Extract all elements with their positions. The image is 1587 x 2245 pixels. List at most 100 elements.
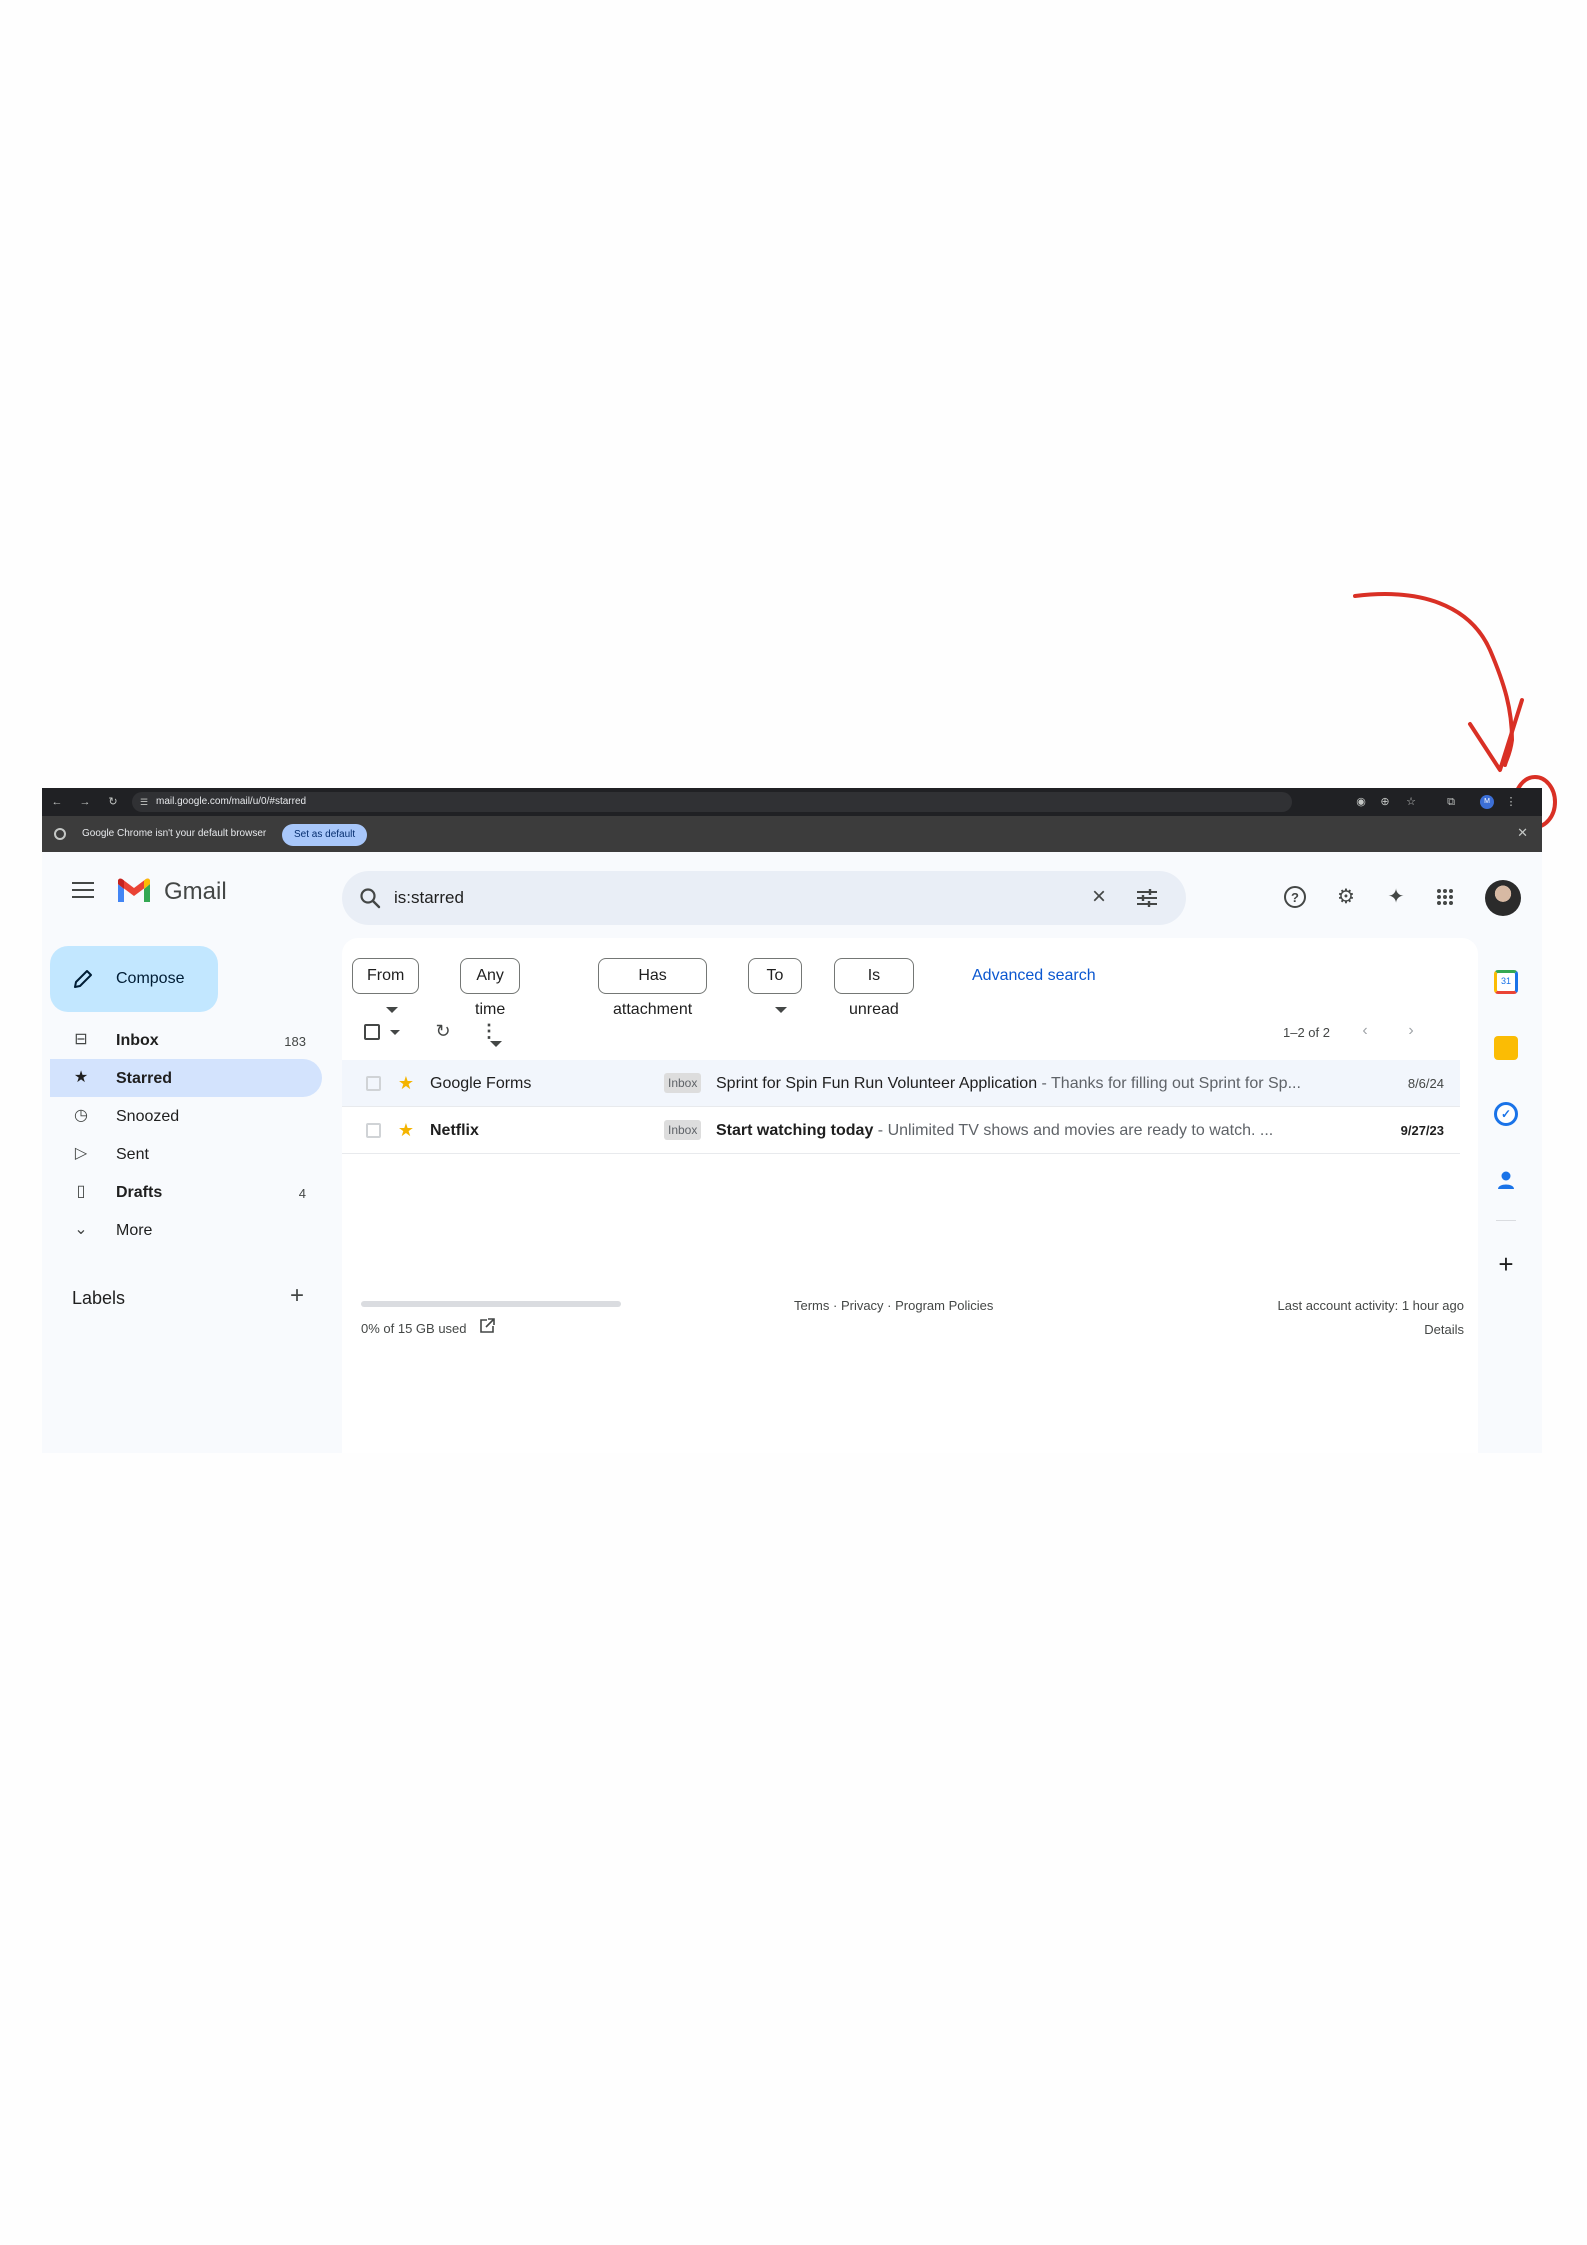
bookmark-star-icon[interactable]: ☆ [1404,795,1418,809]
tasks-icon[interactable]: ✓ [1494,1102,1518,1126]
email-row[interactable]: ★ Google Forms Inbox Sprint for Spin Fun… [342,1060,1460,1107]
inbox-label-badge[interactable]: Inbox [664,1120,702,1140]
pencil-icon [74,970,92,988]
sidebar-item-inbox[interactable]: ⊟ Inbox 183 [50,1021,322,1059]
eye-icon[interactable]: ◉ [1354,795,1368,809]
open-external-icon[interactable] [478,1317,496,1335]
from-chip[interactable]: From [352,958,420,1013]
sidebar-item-label: More [116,1222,153,1239]
chrome-logo-icon [54,828,66,840]
chip-label: Any time [475,967,506,1018]
last-account-activity: Last account activity: 1 hour ago [1277,1298,1464,1313]
details-link[interactable]: Details [1424,1322,1464,1337]
chevron-right-icon[interactable]: › [1400,1020,1422,1042]
email-subject: Sprint for Spin Fun Run Volunteer Applic… [716,1075,1038,1092]
add-label-icon[interactable]: + [290,1284,304,1308]
account-avatar[interactable] [1485,880,1521,916]
sidebar-item-drafts[interactable]: ▯ Drafts 4 [50,1173,322,1211]
chip-label: From [367,967,405,984]
list-toolbar: ↻ ⋮ 1–2 of 2 ‹ › [342,1012,1468,1052]
sidebar-item-count: 4 [298,1186,306,1201]
chip-label: To [766,967,784,984]
site-info-icon[interactable]: ☰ [140,796,152,808]
search-icon[interactable] [358,886,382,910]
main-menu-icon[interactable] [72,882,94,900]
browser-toolbar: ← → ↻ ☰ mail.google.com/mail/u/0/#starre… [42,788,1542,816]
pagination-count: 1–2 of 2 [1283,1025,1330,1040]
forward-icon[interactable]: → [78,795,92,809]
sidebar-item-more[interactable]: ⌄ More [50,1211,322,1249]
storage-usage: 0% of 15 GB used [361,1321,467,1336]
sidebar-item-label: Starred [116,1070,173,1087]
email-date: 8/6/24 [1407,1076,1444,1091]
help-icon[interactable]: ? [1282,884,1308,910]
gmail-brand: Gmail [164,878,227,905]
gmail-logo [118,878,150,902]
sidebar-item-label: Sent [116,1146,149,1163]
to-chip[interactable]: To [748,958,802,1013]
profile-icon[interactable]: M [1480,795,1494,809]
gmail-screenshot: ← → ↻ ☰ mail.google.com/mail/u/0/#starre… [42,788,1542,1453]
calendar-icon[interactable]: 31 [1494,970,1518,994]
zoom-icon[interactable]: ⊕ [1378,795,1392,809]
select-all-checkbox[interactable] [364,1024,380,1040]
star-icon[interactable]: ★ [396,1120,416,1140]
annotation-arrow-curve [1353,592,1515,767]
gemini-sparkle-icon[interactable]: ✦ [1383,884,1409,910]
infobar-message: Google Chrome isn't your default browser [82,828,267,839]
sidebar-item-sent[interactable]: ▷ Sent [50,1135,322,1173]
inbox-label-badge[interactable]: Inbox [664,1073,702,1093]
settings-gear-icon[interactable]: ⚙ [1333,884,1359,910]
browser-menu-icon[interactable]: ⋮ [1504,795,1518,809]
search-bar[interactable]: is:starred × [342,871,1186,925]
search-options-icon[interactable] [1134,886,1160,910]
apps-grid-icon[interactable] [1432,884,1458,910]
chevron-down-icon: ⌄ [74,1221,88,1238]
any-time-chip[interactable]: Any time [460,958,521,1047]
labels-heading: Labels [72,1288,126,1308]
select-caret-icon[interactable] [390,1030,400,1035]
address-url: mail.google.com/mail/u/0/#starred [156,796,307,807]
email-subject-line: Start watching today - Unlimited TV show… [716,1122,1356,1140]
search-input[interactable]: is:starred [394,888,464,908]
row-checkbox[interactable] [366,1123,381,1138]
email-sender: Netflix [430,1122,479,1139]
chip-label: Is unread [849,967,899,1018]
has-attachment-chip[interactable]: Has attachment [598,958,708,1018]
clear-search-icon[interactable]: × [1086,884,1112,910]
row-checkbox[interactable] [366,1076,381,1091]
email-snippet: - Thanks for filling out Sprint for Sp..… [1037,1075,1301,1092]
sidebar-item-label: Drafts [116,1184,163,1201]
set-default-button[interactable]: Set as default [282,824,368,846]
sidebar-item-starred[interactable]: ★ Starred [50,1059,322,1097]
address-bar[interactable]: ☰ mail.google.com/mail/u/0/#starred [132,792,1292,812]
refresh-icon[interactable]: ↻ [432,1020,454,1042]
clock-icon: ◷ [74,1107,88,1124]
chevron-left-icon[interactable]: ‹ [1354,1020,1376,1042]
default-browser-infobar: Google Chrome isn't your default browser… [42,816,1542,852]
footer-links[interactable]: Terms · Privacy · Program Policies [794,1298,993,1313]
more-vert-icon[interactable]: ⋮ [478,1020,500,1042]
storage-meter [361,1301,621,1307]
contacts-icon[interactable] [1494,1168,1518,1192]
draft-icon: ▯ [76,1183,86,1200]
sidebar-item-snoozed[interactable]: ◷ Snoozed [50,1097,322,1135]
extensions-icon[interactable]: ⧉ [1444,795,1458,809]
back-icon[interactable]: ← [50,795,64,809]
add-addon-icon[interactable]: + [1492,1250,1520,1278]
email-subject: Start watching today [716,1122,874,1139]
is-unread-chip[interactable]: Is unread [834,958,914,1018]
sidebar-nav: ⊟ Inbox 183 ★ Starred ◷ Snoozed ▷ Sent ▯… [50,1021,322,1249]
send-icon: ▷ [74,1145,88,1162]
email-list: ★ Google Forms Inbox Sprint for Spin Fun… [342,1060,1460,1154]
compose-button[interactable]: Compose [50,946,218,1012]
advanced-search-link[interactable]: Advanced search [972,967,1096,985]
reload-icon[interactable]: ↻ [106,795,120,809]
star-icon: ★ [73,1069,89,1086]
main-panel: From Any time Has attachment To Is unrea… [342,938,1478,1453]
email-row[interactable]: ★ Netflix Inbox Start watching today - U… [342,1107,1460,1154]
close-icon[interactable]: ✕ [1517,826,1528,840]
keep-icon[interactable] [1494,1036,1518,1060]
email-subject-line: Sprint for Spin Fun Run Volunteer Applic… [716,1075,1356,1093]
star-icon[interactable]: ★ [396,1073,416,1093]
